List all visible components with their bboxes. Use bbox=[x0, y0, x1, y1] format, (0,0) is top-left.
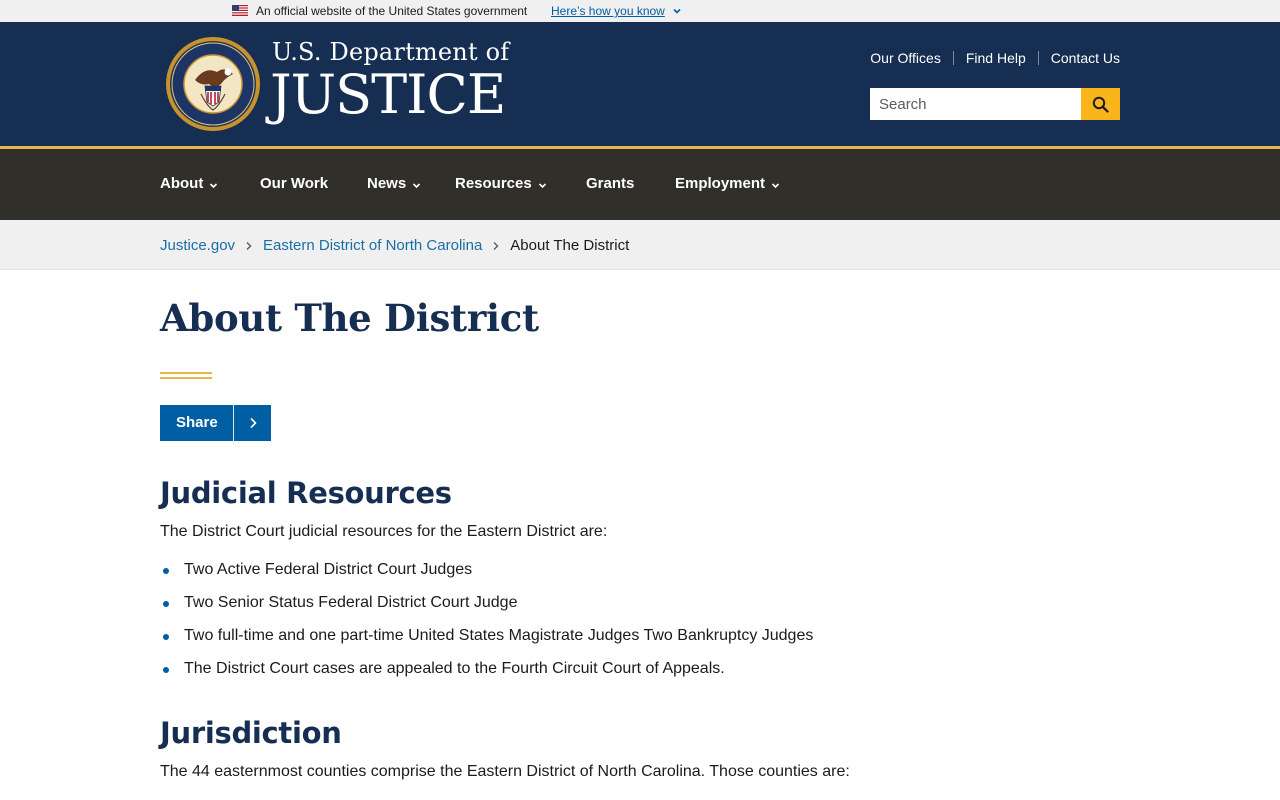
bullet-dot bbox=[163, 568, 169, 574]
section-heading-jurisdiction: Jurisdiction bbox=[160, 716, 342, 750]
utility-links: Our Offices Find Help Contact Us bbox=[870, 50, 1120, 66]
breadcrumb: Justice.gov Eastern District of North Ca… bbox=[160, 237, 629, 254]
nav-item-label: Grants bbox=[586, 175, 635, 192]
doj-seal-icon[interactable] bbox=[165, 36, 261, 132]
gov-banner: An official website of the United States… bbox=[0, 0, 1280, 22]
search-input[interactable] bbox=[870, 88, 1081, 120]
list-item: Two Senior Status Federal District Court… bbox=[160, 593, 813, 626]
list-item-text: Two full-time and one part-time United S… bbox=[184, 627, 814, 644]
breadcrumb-link-home[interactable]: Justice.gov bbox=[160, 237, 235, 254]
chevron-right-icon bbox=[492, 241, 500, 251]
brand-title-line2[interactable]: JUSTICE bbox=[270, 62, 506, 128]
breadcrumb-current: About The District bbox=[510, 237, 630, 254]
chevron-down-icon[interactable] bbox=[672, 6, 682, 16]
nav-item-about[interactable]: About bbox=[160, 175, 218, 192]
list-item-text: The District Court cases are appealed to… bbox=[184, 660, 725, 677]
nav-item-label: Resources bbox=[455, 175, 532, 192]
list-item: Two Active Federal District Court Judges bbox=[160, 560, 813, 593]
section-heading-judicial-resources: Judicial Resources bbox=[160, 476, 452, 510]
our-offices-link[interactable]: Our Offices bbox=[870, 50, 941, 66]
nav-item-label: About bbox=[160, 175, 204, 192]
bullet-dot bbox=[163, 634, 169, 640]
section-intro: The 44 easternmost counties comprise the… bbox=[160, 763, 850, 780]
page-title: About The District bbox=[160, 296, 539, 340]
chevron-right-icon bbox=[245, 241, 253, 251]
search-icon bbox=[1092, 96, 1109, 113]
chevron-right-icon bbox=[234, 405, 271, 441]
section-intro: The District Court judicial resources fo… bbox=[160, 523, 608, 540]
official-site-text: An official website of the United States… bbox=[256, 4, 528, 18]
list-item-text: Two Senior Status Federal District Court… bbox=[184, 594, 518, 611]
breadcrumb-link-district[interactable]: Eastern District of North Carolina bbox=[263, 237, 482, 254]
nav-item-resources[interactable]: Resources bbox=[455, 175, 547, 192]
share-button[interactable]: Share bbox=[160, 405, 271, 441]
chevron-down-icon bbox=[538, 183, 546, 189]
bullet-dot bbox=[163, 601, 169, 607]
chevron-down-icon bbox=[413, 183, 421, 189]
divider bbox=[233, 405, 234, 441]
contact-us-link[interactable]: Contact Us bbox=[1051, 50, 1120, 66]
list-item: Two full-time and one part-time United S… bbox=[160, 626, 813, 659]
search-button[interactable] bbox=[1081, 88, 1120, 120]
bullet-dot bbox=[163, 667, 169, 673]
nav-item-employment[interactable]: Employment bbox=[675, 175, 780, 192]
main-nav: About Our Work News Resources Grants Emp… bbox=[0, 149, 1280, 220]
nav-item-news[interactable]: News bbox=[367, 175, 421, 192]
list-item: The District Court cases are appealed to… bbox=[160, 659, 813, 692]
divider bbox=[952, 51, 954, 65]
site-header: U.S. Department of JUSTICE Our Offices F… bbox=[0, 22, 1280, 146]
us-flag-icon bbox=[232, 5, 248, 16]
judicial-resources-list: Two Active Federal District Court Judges… bbox=[160, 560, 813, 692]
breadcrumb-bar: Justice.gov Eastern District of North Ca… bbox=[0, 220, 1280, 270]
share-label: Share bbox=[176, 414, 218, 431]
chevron-down-icon bbox=[771, 183, 780, 189]
title-underline-rule bbox=[160, 372, 212, 379]
divider bbox=[1037, 51, 1039, 65]
nav-item-label: Employment bbox=[675, 175, 766, 192]
search-form bbox=[870, 88, 1120, 120]
nav-item-grants[interactable]: Grants bbox=[586, 175, 634, 192]
nav-item-label: Our Work bbox=[260, 175, 329, 192]
list-item-text: Two Active Federal District Court Judges bbox=[184, 561, 473, 578]
find-help-link[interactable]: Find Help bbox=[966, 50, 1026, 66]
how-you-know-link[interactable]: Here’s how you know bbox=[551, 3, 665, 19]
nav-item-our-work[interactable]: Our Work bbox=[260, 175, 328, 192]
chevron-down-icon bbox=[210, 183, 218, 189]
nav-item-label: News bbox=[367, 175, 407, 192]
